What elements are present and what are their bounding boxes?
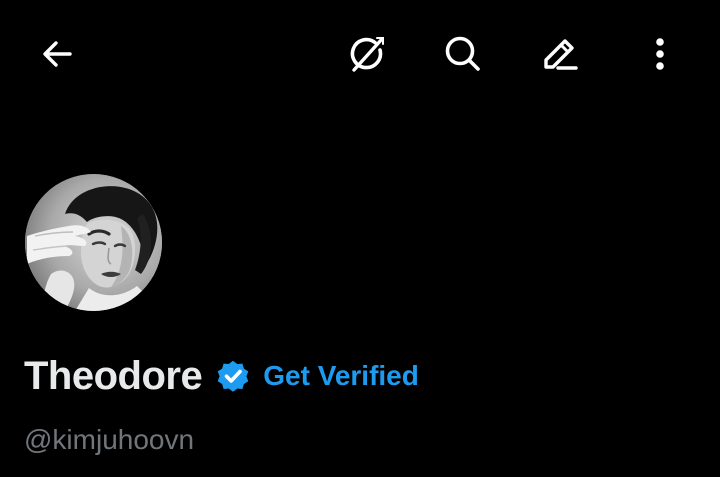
avatar[interactable] — [25, 174, 162, 311]
grok-button[interactable] — [340, 26, 396, 82]
more-vertical-icon — [656, 38, 664, 70]
user-handle: @kimjuhoovn — [24, 424, 195, 455]
back-button[interactable] — [29, 26, 85, 82]
grok-icon — [350, 37, 384, 72]
search-icon — [445, 36, 480, 71]
name-row: Theodore Get Verified — [24, 348, 419, 404]
top-app-bar — [0, 0, 720, 110]
get-verified-link[interactable]: Get Verified — [263, 360, 419, 392]
pencil-icon — [544, 39, 578, 70]
more-options-button[interactable] — [632, 26, 688, 82]
profile-photo — [25, 174, 162, 311]
display-name: Theodore — [24, 353, 203, 398]
arrow-left-icon — [43, 41, 72, 67]
verified-badge-icon[interactable] — [216, 359, 250, 393]
edit-profile-button[interactable] — [532, 26, 588, 82]
search-button[interactable] — [435, 26, 491, 82]
